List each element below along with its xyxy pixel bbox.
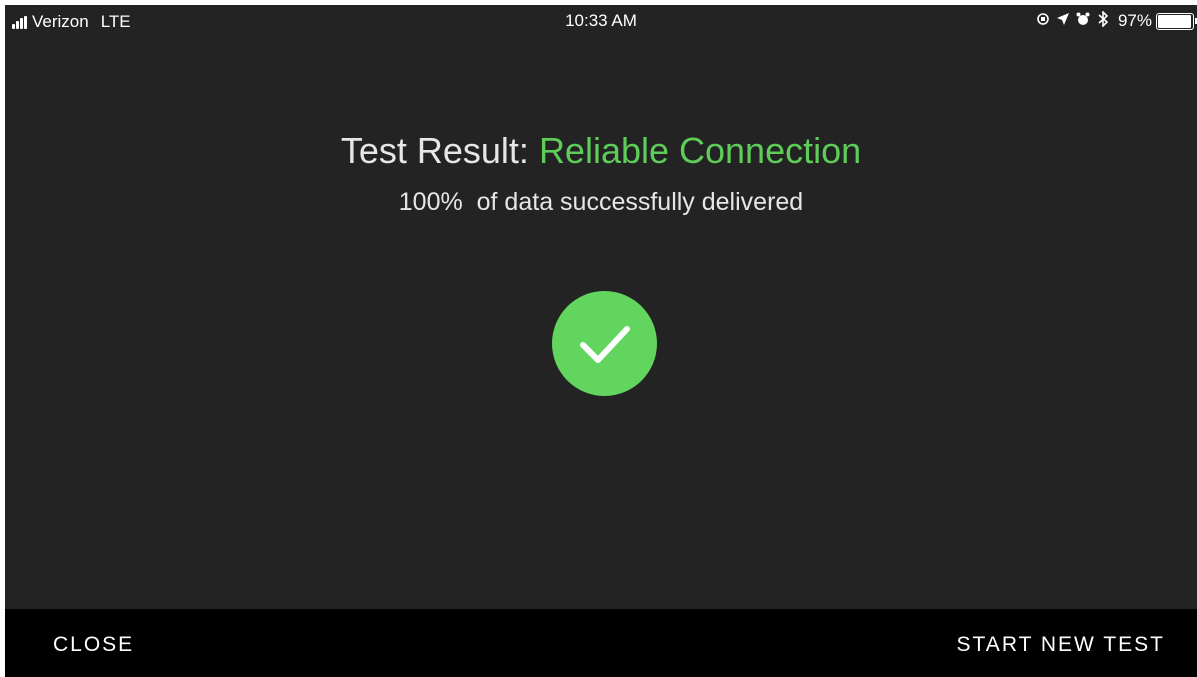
alarm-icon: [1074, 12, 1092, 30]
status-right: 97%: [1032, 10, 1197, 31]
battery-icon: [1156, 12, 1194, 30]
success-check-icon: [552, 291, 657, 396]
result-status: Reliable Connection: [538, 130, 862, 171]
result-percent: 100%: [398, 188, 463, 216]
result-detail: 100% of data successfully delivered: [5, 188, 1197, 217]
orientation-lock-icon: [1034, 12, 1052, 30]
battery-fill: [1158, 14, 1191, 28]
battery-percentage: 97%: [1117, 11, 1152, 30]
bottom-action-bar: CLOSE START NEW TEST: [5, 609, 1197, 677]
location-icon: [1054, 12, 1072, 30]
result-detail-text: of data successfully delivered: [476, 188, 804, 216]
close-button[interactable]: CLOSE: [53, 633, 134, 657]
result-title: Test Result: Reliable Connection: [5, 130, 1197, 172]
app-screen: Verizon LTE 10:33 AM 97% Test Result: Re…: [5, 5, 1197, 677]
bluetooth-icon: [1094, 10, 1112, 31]
start-new-test-button[interactable]: START NEW TEST: [957, 633, 1165, 657]
status-bar: Verizon LTE 10:33 AM 97%: [5, 5, 1197, 39]
result-label: Test Result:: [340, 130, 529, 171]
status-time: 10:33 AM: [565, 11, 637, 30]
